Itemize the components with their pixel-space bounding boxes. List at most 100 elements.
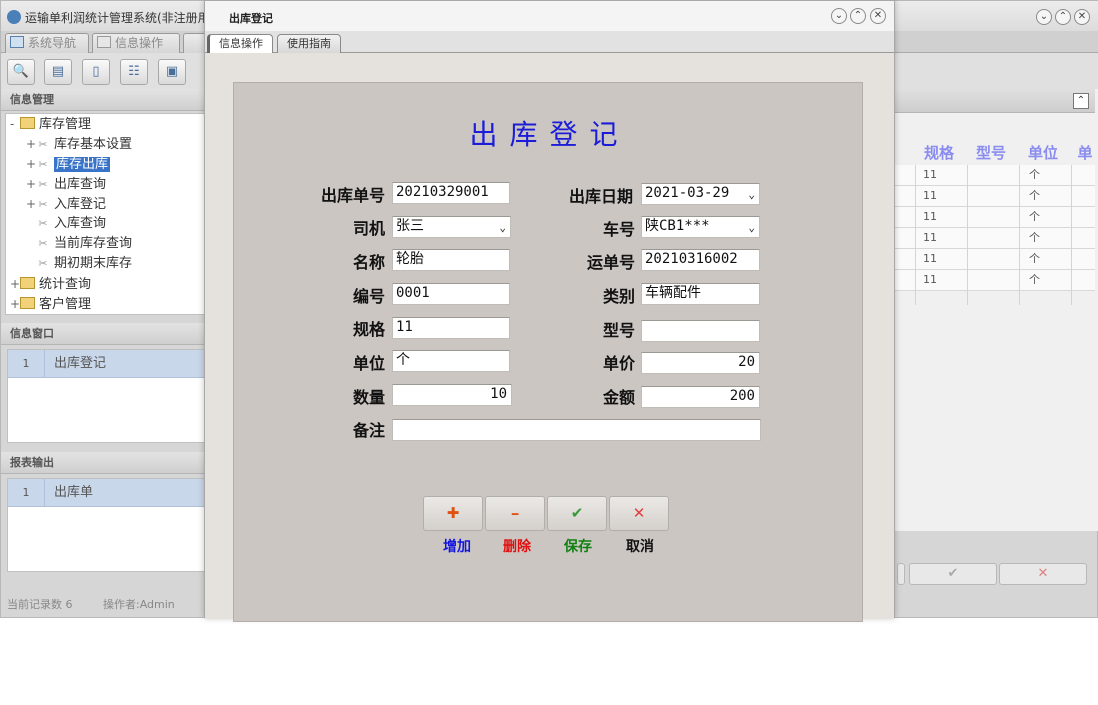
label-unit: 单位 bbox=[352, 354, 385, 373]
bg-button[interactable] bbox=[897, 563, 905, 585]
monitor-icon bbox=[10, 36, 24, 48]
grid-col-spec[interactable]: 规格 bbox=[917, 141, 961, 165]
document-icon[interactable]: ▯ bbox=[82, 59, 110, 85]
amount-field[interactable]: 200 bbox=[641, 386, 760, 408]
grid-icon bbox=[97, 36, 111, 48]
label-model: 型号 bbox=[602, 321, 635, 340]
out-no-field[interactable]: 20210329001 bbox=[392, 182, 510, 204]
out-date-value: 2021-03-29 bbox=[645, 185, 730, 201]
name-field[interactable]: 轮胎 bbox=[392, 249, 510, 271]
tree-node-statistics[interactable]: + 统计查询 bbox=[10, 274, 91, 294]
cell-unit: 个 bbox=[1029, 231, 1040, 244]
label-price: 单价 bbox=[602, 354, 635, 373]
close-icon[interactable]: ✕ bbox=[1074, 9, 1090, 25]
list-item[interactable]: 1 出库单 bbox=[8, 479, 206, 507]
expand-icon[interactable]: + bbox=[26, 134, 36, 154]
tree-node-current-stock[interactable]: ✂ 当前库存查询 bbox=[36, 234, 132, 254]
out-date-select[interactable]: 2021-03-29 ⌄ bbox=[641, 183, 760, 205]
dialog-tab-strip: 信息操作 使用指南 bbox=[205, 31, 894, 53]
qty-field[interactable]: 10 bbox=[392, 384, 512, 406]
tab-system-nav[interactable]: 系统导航 bbox=[5, 33, 89, 53]
tab-info-operation[interactable]: 信息操作 bbox=[92, 33, 180, 53]
table-row[interactable]: 11 个 bbox=[895, 270, 1095, 291]
cell-unit: 个 bbox=[1029, 252, 1040, 265]
cell-unit: 个 bbox=[1029, 273, 1040, 286]
expand-icon[interactable]: + bbox=[26, 194, 36, 214]
tree-label: 库存管理 bbox=[39, 117, 92, 132]
nav-tree: - 库存管理 + ✂ 库存基本设置 + ✂ 库存出库 + ✂ 出库查询 + ✂ 入库登记 ✂ 入库查… bbox=[5, 113, 207, 315]
tab-info-operation[interactable]: 信息操作 bbox=[207, 34, 273, 53]
tree-label: 出库查询 bbox=[54, 177, 107, 192]
table-row[interactable]: 11 个 bbox=[895, 228, 1095, 249]
close-icon[interactable]: ✕ bbox=[870, 8, 886, 24]
tab-user-guide[interactable]: 使用指南 bbox=[277, 34, 341, 53]
cell-spec: 11 bbox=[923, 168, 937, 181]
tree-node-period-stock[interactable]: ✂ 期初期末库存 bbox=[36, 254, 132, 274]
list-icon[interactable]: ▤ bbox=[44, 59, 72, 85]
save-button[interactable]: ✔ bbox=[547, 496, 607, 531]
model-field[interactable] bbox=[641, 320, 760, 342]
row-number: 1 bbox=[8, 479, 45, 507]
expand-icon[interactable]: + bbox=[26, 174, 36, 194]
tree-node-in-query[interactable]: ✂ 入库查询 bbox=[36, 214, 106, 234]
cancel-label[interactable]: 取消 bbox=[610, 536, 670, 556]
maximize-icon[interactable]: ⌃ bbox=[1055, 9, 1071, 25]
table-row[interactable]: 11 个 bbox=[895, 186, 1095, 207]
out-register-dialog: 出库登记 ⌄ ⌃ ✕ 信息操作 使用指南 出库登记 出库单号 202103290… bbox=[204, 0, 895, 622]
tree-node-inventory-settings[interactable]: + ✂ 库存基本设置 bbox=[26, 134, 132, 154]
chevron-down-icon[interactable]: ⌄ bbox=[748, 186, 755, 204]
add-label[interactable]: 增加 bbox=[427, 536, 487, 556]
tree-node-out-query[interactable]: + ✂ 出库查询 bbox=[26, 174, 106, 194]
grid-col-price[interactable]: 单 bbox=[1073, 141, 1097, 165]
save-label[interactable]: 保存 bbox=[548, 536, 608, 556]
category-field[interactable]: 车辆配件 bbox=[641, 283, 760, 305]
collapse-icon[interactable]: - bbox=[10, 114, 20, 134]
label-out-no: 出库单号 bbox=[320, 186, 385, 205]
grid-divider bbox=[967, 165, 968, 305]
table-row[interactable]: 11 个 bbox=[895, 207, 1095, 228]
code-field[interactable]: 0001 bbox=[392, 283, 510, 305]
spec-field[interactable]: 11 bbox=[392, 317, 510, 339]
expand-icon[interactable]: + bbox=[10, 274, 20, 294]
app-logo-icon bbox=[7, 10, 21, 24]
minimize-icon[interactable]: ⌄ bbox=[831, 8, 847, 24]
expand-icon[interactable]: + bbox=[26, 154, 36, 174]
collapse-up-icon[interactable]: ⌃ bbox=[1073, 93, 1089, 109]
tree-node-customers[interactable]: + 客户管理 bbox=[10, 294, 91, 314]
cancel-button[interactable]: ✕ bbox=[609, 496, 669, 531]
search-icon[interactable]: 🔍 bbox=[7, 59, 35, 85]
grid-col-unit[interactable]: 单位 bbox=[1021, 141, 1065, 165]
cell-spec: 11 bbox=[923, 273, 937, 286]
grid-col-model[interactable]: 型号 bbox=[969, 141, 1013, 165]
waybill-field[interactable]: 20210316002 bbox=[641, 249, 760, 271]
unit-field[interactable]: 个 bbox=[392, 350, 510, 372]
maximize-icon[interactable]: ⌃ bbox=[850, 8, 866, 24]
minimize-icon[interactable]: ⌄ bbox=[1036, 9, 1052, 25]
users-icon[interactable]: ☷ bbox=[120, 59, 148, 85]
tree-node-in-register[interactable]: + ✂ 入库登记 bbox=[26, 194, 106, 214]
bg-save-icon[interactable]: ✔ bbox=[909, 563, 997, 585]
list-item[interactable]: 1 出库登记 bbox=[8, 350, 206, 378]
price-field[interactable]: 20 bbox=[641, 352, 760, 374]
table-row[interactable]: 11 个 bbox=[895, 249, 1095, 270]
label-category: 类别 bbox=[602, 287, 635, 306]
delete-label[interactable]: 删除 bbox=[487, 536, 547, 556]
expand-icon[interactable]: + bbox=[10, 294, 20, 314]
plate-select[interactable]: 陕CB1*** ⌄ bbox=[641, 216, 760, 238]
report-list: 1 出库单 bbox=[7, 478, 207, 572]
window-icon[interactable]: ▣ bbox=[158, 59, 186, 85]
table-row[interactable]: 11 个 bbox=[895, 165, 1095, 186]
cell-spec: 11 bbox=[923, 231, 937, 244]
add-button[interactable]: ✚ bbox=[423, 496, 483, 531]
tree-node-inventory[interactable]: - 库存管理 bbox=[10, 114, 91, 134]
tree-node-inventory-out[interactable]: + ✂ 库存出库 bbox=[26, 154, 111, 174]
delete-button[interactable]: ━ bbox=[485, 496, 545, 531]
remark-field[interactable] bbox=[392, 419, 761, 441]
chevron-down-icon[interactable]: ⌄ bbox=[499, 219, 506, 237]
cell-unit: 个 bbox=[1029, 210, 1040, 223]
tab-label: 信息操作 bbox=[115, 36, 164, 50]
driver-select[interactable]: 张三 ⌄ bbox=[392, 216, 511, 238]
bg-cancel-icon[interactable]: ✕ bbox=[999, 563, 1087, 585]
tree-label: 库存出库 bbox=[54, 157, 111, 172]
chevron-down-icon[interactable]: ⌄ bbox=[748, 219, 755, 237]
